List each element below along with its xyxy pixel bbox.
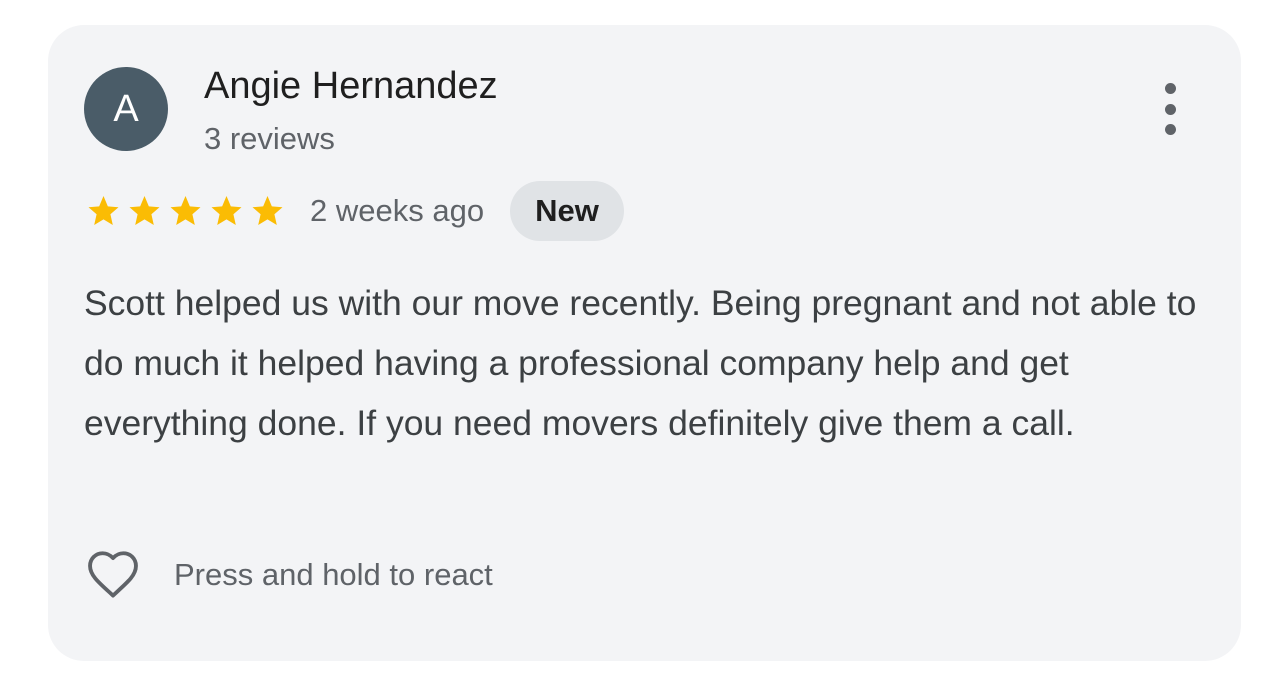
react-button[interactable]: Press and hold to react xyxy=(82,546,493,604)
heart-outline-icon[interactable] xyxy=(82,546,144,604)
star-icon xyxy=(88,196,119,225)
review-time: 2 weeks ago xyxy=(310,193,485,228)
new-badge: New xyxy=(510,181,624,241)
review-card: A Angie Hernandez 3 reviews 2 weeks ago … xyxy=(48,25,1241,661)
star-icon xyxy=(170,196,201,225)
more-options-button[interactable] xyxy=(1150,79,1190,139)
star-icon xyxy=(211,196,242,225)
react-label: Press and hold to react xyxy=(174,557,493,592)
star-icon xyxy=(252,196,283,225)
reviewer-review-count: 3 reviews xyxy=(204,121,335,156)
reviewer-name[interactable]: Angie Hernandez xyxy=(204,65,498,108)
avatar[interactable]: A xyxy=(84,67,168,151)
star-icon xyxy=(129,196,160,225)
review-meta: 2 weeks ago New xyxy=(84,181,624,241)
avatar-initial: A xyxy=(113,87,139,130)
more-vert-icon xyxy=(1164,83,1176,94)
review-text: Scott helped us with our move recently. … xyxy=(84,283,1197,443)
star-rating xyxy=(84,193,287,229)
